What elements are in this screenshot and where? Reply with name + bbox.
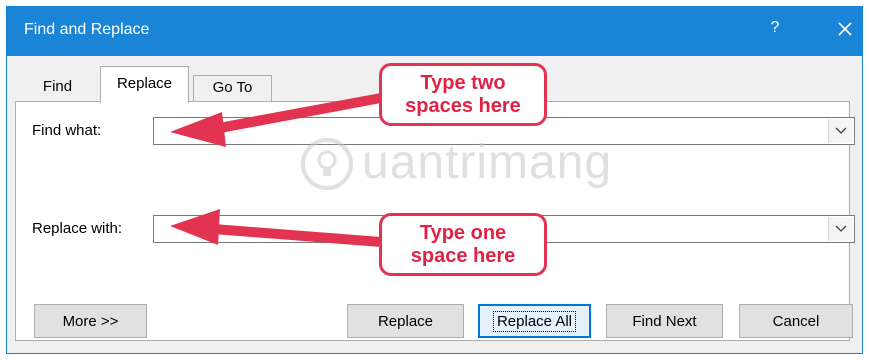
more-button[interactable]: More >>: [34, 304, 147, 338]
cancel-button[interactable]: Cancel: [739, 304, 853, 338]
callout-find-line2: spaces here: [405, 95, 521, 117]
replace-all-label: Replace All: [492, 310, 577, 332]
callout-replace-line1: Type one: [419, 222, 507, 244]
find-next-button[interactable]: Find Next: [606, 304, 723, 338]
arrow-to-find-field: [170, 93, 381, 147]
callout-find-instruction: Type two spaces here: [379, 63, 547, 126]
callout-replace-line2: space here: [410, 245, 516, 267]
callout-replace-instruction: Type one space here: [379, 213, 547, 276]
replace-all-button[interactable]: Replace All: [478, 304, 591, 338]
arrow-to-replace-field: [170, 209, 381, 247]
replace-button[interactable]: Replace: [347, 304, 464, 338]
callout-find-line1: Type two: [420, 72, 506, 94]
